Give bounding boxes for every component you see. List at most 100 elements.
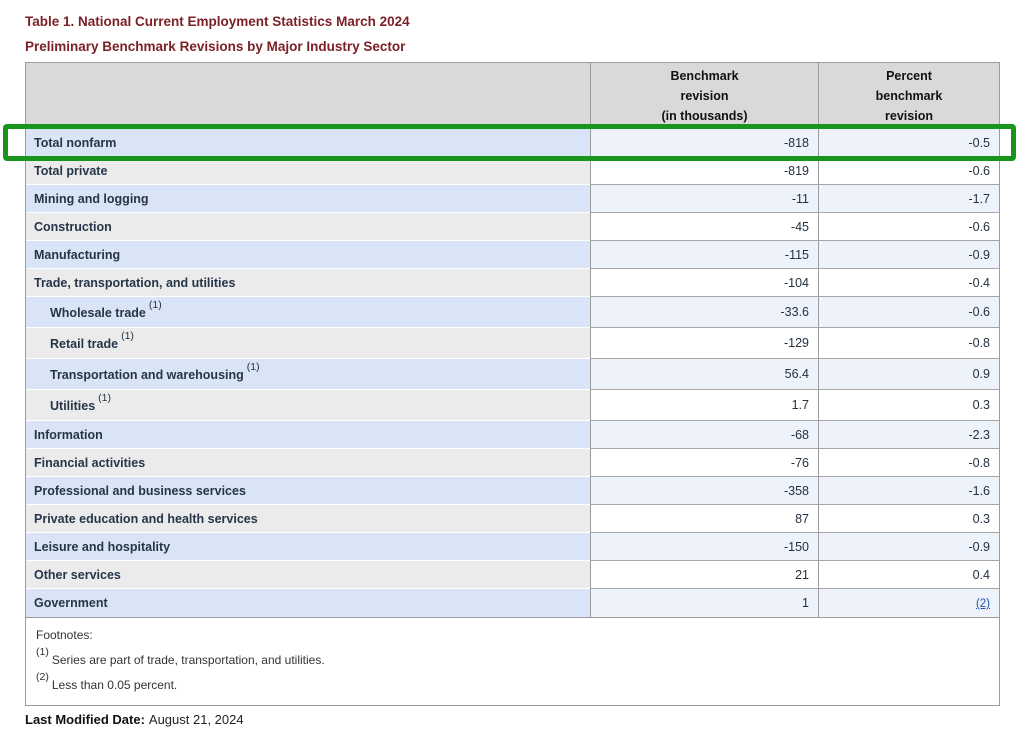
benchmark-revision-cell: 56.4 <box>590 359 818 390</box>
footnote-1-marker: (1) <box>36 646 49 658</box>
footnote-1-reference: (1) <box>98 392 111 404</box>
row-label: Professional and business services <box>26 477 590 505</box>
table-row: Government 1 (2) <box>26 589 999 617</box>
percent-benchmark-revision-cell: -0.8 <box>818 328 999 359</box>
row-label: Trade, transportation, and utilities <box>26 269 590 297</box>
industry-name: Mining and logging <box>34 192 149 206</box>
row-label: Retail trade(1) <box>26 328 590 359</box>
row-label: Wholesale trade(1) <box>26 297 590 328</box>
footnotes-label: Footnotes: <box>36 625 989 646</box>
table-row: Retail trade(1)-129-0.8 <box>26 328 999 359</box>
table-row: Leisure and hospitality-150-0.9 <box>26 533 999 561</box>
table-row: Wholesale trade(1)-33.6-0.6 <box>26 297 999 328</box>
industry-name: Retail trade <box>50 338 118 352</box>
table-row: Mining and logging-11-1.7 <box>26 185 999 213</box>
table-row: Private education and health services 870… <box>26 505 999 533</box>
benchmark-revision-cell: -358 <box>590 477 818 505</box>
benchmark-revision-cell: 21 <box>590 561 818 589</box>
row-label: Utilities(1) <box>26 390 590 421</box>
industry-name: Private education and health services <box>34 512 258 526</box>
benchmark-revision-cell: -11 <box>590 185 818 213</box>
benchmark-revision-cell: -76 <box>590 449 818 477</box>
benchmark-table-container: Benchmark revision (in thousands) Percen… <box>25 62 1000 706</box>
benchmark-revision-cell: -818 <box>590 129 818 157</box>
table-row: Financial activities -76-0.8 <box>26 449 999 477</box>
row-label: Information <box>26 421 590 449</box>
industry-name: Total nonfarm <box>34 136 116 150</box>
benchmark-revision-cell: -129 <box>590 328 818 359</box>
percent-benchmark-revision-cell: -2.3 <box>818 421 999 449</box>
industry-name: Government <box>34 596 108 610</box>
percent-benchmark-revision-cell: 0.9 <box>818 359 999 390</box>
row-label: Leisure and hospitality <box>26 533 590 561</box>
last-modified-label: Last Modified Date: <box>25 712 145 727</box>
table-row: Utilities(1)1.70.3 <box>26 390 999 421</box>
row-label: Private education and health services <box>26 505 590 533</box>
industry-name: Total private <box>34 164 107 178</box>
table-row: Total private -819-0.6 <box>26 157 999 185</box>
footnote-1-reference: (1) <box>149 299 162 311</box>
page: Table 1. National Current Employment Sta… <box>0 0 1021 736</box>
benchmark-revision-cell: 87 <box>590 505 818 533</box>
table-title-line1: Table 1. National Current Employment Sta… <box>25 9 410 34</box>
benchmark-revision-cell: -45 <box>590 213 818 241</box>
benchmark-revision-cell: -33.6 <box>590 297 818 328</box>
last-modified: Last Modified Date: August 21, 2024 <box>25 712 244 727</box>
benchmark-revision-cell: -819 <box>590 157 818 185</box>
percent-benchmark-revision-cell: 0.4 <box>818 561 999 589</box>
table-row: Trade, transportation, and utilities -104… <box>26 269 999 297</box>
percent-benchmark-revision-cell: -0.5 <box>818 129 999 157</box>
table-row: Information -68-2.3 <box>26 421 999 449</box>
row-label: Manufacturing <box>26 241 590 269</box>
table-row: Total nonfarm -818-0.5 <box>26 129 999 157</box>
industry-name: Professional and business services <box>34 484 246 498</box>
percent-benchmark-revision-cell: 0.3 <box>818 390 999 421</box>
footnote-1-reference: (1) <box>247 361 260 373</box>
industry-name: Wholesale trade <box>50 307 146 321</box>
footnote-2-link[interactable]: (2) <box>976 598 990 610</box>
benchmark-revision-cell: 1 <box>590 589 818 617</box>
table-title-line2: Preliminary Benchmark Revisions by Major… <box>25 34 410 59</box>
percent-benchmark-revision-cell: -0.6 <box>818 213 999 241</box>
footnote-1-text: Series are part of trade, transportation… <box>52 653 325 667</box>
table-row: Construction -45-0.6 <box>26 213 999 241</box>
table-row: Other services 210.4 <box>26 561 999 589</box>
percent-benchmark-revision-cell: -0.9 <box>818 533 999 561</box>
industry-name: Other services <box>34 568 121 582</box>
row-label: Financial activities <box>26 449 590 477</box>
footnotes: Footnotes: (1)Series are part of trade, … <box>26 617 999 705</box>
row-label: Total nonfarm <box>26 129 590 157</box>
percent-benchmark-revision-column-header: Percent benchmark revision <box>818 63 999 129</box>
benchmark-revision-cell: -104 <box>590 269 818 297</box>
percent-benchmark-revision-cell: -0.6 <box>818 297 999 328</box>
row-label: Transportation and warehousing(1) <box>26 359 590 390</box>
percent-benchmark-revision-cell: -0.6 <box>818 157 999 185</box>
table-row: Professional and business services -358-1… <box>26 477 999 505</box>
percent-benchmark-revision-cell: (2) <box>818 589 999 617</box>
benchmark-revision-cell: 1.7 <box>590 390 818 421</box>
table-title: Table 1. National Current Employment Sta… <box>25 9 410 59</box>
percent-benchmark-revision-cell: 0.3 <box>818 505 999 533</box>
benchmark-revisions-table: Benchmark revision (in thousands) Percen… <box>26 63 999 617</box>
benchmark-revision-column-header: Benchmark revision (in thousands) <box>590 63 818 129</box>
industry-name: Financial activities <box>34 456 145 470</box>
last-modified-value: August 21, 2024 <box>149 712 244 727</box>
row-label: Other services <box>26 561 590 589</box>
table-row: Transportation and warehousing(1)56.40.9 <box>26 359 999 390</box>
row-label: Mining and logging <box>26 185 590 213</box>
industry-name: Manufacturing <box>34 248 120 262</box>
industry-name: Transportation and warehousing <box>50 369 244 383</box>
industry-name: Construction <box>34 220 112 234</box>
industry-name: Utilities <box>50 400 95 414</box>
row-label: Total private <box>26 157 590 185</box>
benchmark-revision-cell: -115 <box>590 241 818 269</box>
percent-benchmark-revision-cell: -0.8 <box>818 449 999 477</box>
footnote-1: (1)Series are part of trade, transportat… <box>36 646 989 671</box>
percent-benchmark-revision-cell: -0.4 <box>818 269 999 297</box>
footnote-2-marker: (2) <box>36 671 49 683</box>
percent-benchmark-revision-cell: -1.6 <box>818 477 999 505</box>
industry-name: Trade, transportation, and utilities <box>34 276 235 290</box>
industry-name: Information <box>34 428 103 442</box>
footnote-2-text: Less than 0.05 percent. <box>52 678 177 692</box>
benchmark-revision-cell: -68 <box>590 421 818 449</box>
